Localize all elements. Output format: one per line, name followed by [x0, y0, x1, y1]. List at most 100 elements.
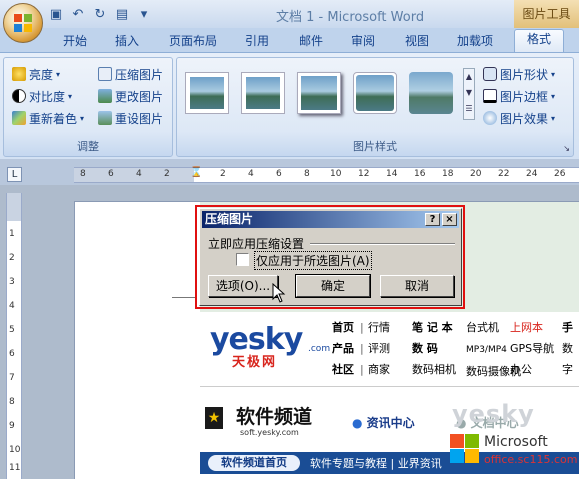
- ruler-area: L 8 6 4 2 ⌛ 2 4 6 8 10 12 14 16 18 20 22…: [0, 159, 579, 185]
- ruler-tick: 14: [386, 169, 398, 179]
- help-button[interactable]: ?: [425, 213, 440, 226]
- contrast-icon: [12, 89, 26, 103]
- nav-link: GPS导航: [510, 342, 555, 355]
- tab-view[interactable]: 视图: [398, 32, 436, 52]
- nav-link-hot: 上网本: [510, 321, 543, 334]
- picture-style-thumb[interactable]: [409, 72, 453, 114]
- ruler-tick: 3: [9, 277, 15, 287]
- nav-column: 首页 产品 社区: [332, 317, 354, 380]
- ruler-tick: 6: [276, 169, 282, 179]
- reset-picture-icon: [98, 111, 112, 125]
- office-button[interactable]: [3, 3, 43, 43]
- vertical-ruler[interactable]: 1 2 3 4 5 6 7 8 9 10 11: [6, 193, 22, 479]
- picture-shape-label: 图片形状: [500, 67, 549, 82]
- picture-style-thumb[interactable]: [353, 72, 397, 114]
- brightness-label: 亮度: [29, 67, 54, 82]
- recolor-button[interactable]: 重新着色 ▾: [12, 108, 84, 128]
- compress-pictures-button[interactable]: 压缩图片: [98, 64, 163, 84]
- brightness-button[interactable]: 亮度 ▾: [12, 64, 60, 84]
- dialog-launcher-icon[interactable]: ↘: [563, 144, 570, 153]
- mouse-pointer-icon: [272, 283, 286, 303]
- nav-link: 台式机: [466, 321, 499, 334]
- compress-pictures-dialog: 压缩图片 ? × 立即应用压缩设置 仅应用于所选图片(A) 选项(O)... 确…: [199, 208, 462, 306]
- dropdown-icon: ▾: [551, 69, 556, 79]
- reset-picture-label: 重设图片: [115, 111, 164, 126]
- dialog-title-bar: 压缩图片 ? ×: [202, 211, 459, 228]
- software-channel-title: 软件频道: [236, 406, 313, 428]
- nav-column: 手 数字: [562, 317, 579, 380]
- picture-style-thumb[interactable]: [297, 72, 341, 114]
- tab-review[interactable]: 审阅: [344, 32, 382, 52]
- watermark-site: office.sc115.com: [484, 453, 578, 466]
- indent-marker-icon[interactable]: ⌛: [190, 167, 202, 178]
- save-icon[interactable]: ▣: [48, 7, 64, 23]
- change-picture-button[interactable]: 更改图片: [98, 86, 163, 106]
- tab-format[interactable]: 格式: [514, 29, 564, 52]
- brightness-icon: [12, 67, 26, 81]
- quick-access-toolbar: ▣ ↶ ↻ ▤ ▾: [48, 5, 152, 25]
- change-picture-icon: [98, 89, 112, 103]
- nav-link: 社区: [332, 363, 354, 376]
- picture-style-thumb[interactable]: [241, 72, 285, 114]
- recolor-icon: [12, 111, 26, 125]
- ruler-tick: 6: [108, 169, 114, 179]
- cancel-button[interactable]: 取消: [380, 275, 454, 297]
- ruler-tick: 5: [9, 325, 15, 335]
- tab-page-layout[interactable]: 页面布局: [164, 32, 222, 52]
- ruler-tick: 20: [470, 169, 482, 179]
- nav-link: MP3/MP4: [466, 345, 507, 355]
- picture-style-thumb[interactable]: [185, 72, 229, 114]
- redo-icon[interactable]: ↻: [92, 7, 108, 23]
- tab-home[interactable]: 开始: [56, 32, 94, 52]
- ruler-tick: 2: [164, 169, 170, 179]
- ruler-tick: 8: [9, 397, 15, 407]
- office-logo-icon: [14, 14, 33, 33]
- horizontal-ruler[interactable]: 8 6 4 2 ⌛ 2 4 6 8 10 12 14 16 18 20 22 2…: [74, 167, 579, 183]
- contrast-label: 对比度: [29, 89, 66, 104]
- ruler-tick: 7: [9, 373, 15, 383]
- reset-picture-button[interactable]: 重设图片: [98, 108, 163, 128]
- undo-icon[interactable]: ↶: [70, 7, 86, 23]
- ruler-tick: 11: [9, 463, 21, 473]
- nav-link: 数码相机: [412, 363, 456, 376]
- ruler-tick: 8: [80, 169, 86, 179]
- nav-column: 笔 记 本 数 码 数码相机: [412, 317, 456, 380]
- ruler-tick: 6: [9, 349, 15, 359]
- news-center-label: 资讯中心: [366, 416, 415, 430]
- contrast-button[interactable]: 对比度 ▾: [12, 86, 72, 106]
- group-picture-styles: ▲ ▼ ☰ 图片形状 ▾ 图片边框 ▾ 图片效果 ▾ 图片样式 ↘: [176, 57, 574, 157]
- picture-border-button[interactable]: 图片边框 ▾: [483, 86, 555, 106]
- ruler-tick: 10: [330, 169, 342, 179]
- software-home-tab: 软件频道首页: [208, 455, 300, 471]
- tab-selector-button[interactable]: L: [7, 167, 22, 182]
- software-channel-url: soft.yesky.com: [240, 428, 299, 437]
- picture-shape-icon: [483, 67, 497, 81]
- ruler-tick: 24: [526, 169, 538, 179]
- dropdown-icon: ▾: [551, 91, 556, 101]
- options-button[interactable]: 选项(O)...: [208, 275, 278, 297]
- close-button[interactable]: ×: [442, 213, 457, 226]
- tab-addins[interactable]: 加载项: [450, 32, 500, 52]
- yesky-logo-cn: 天极网: [232, 355, 278, 370]
- picture-shape-button[interactable]: 图片形状 ▾: [483, 64, 555, 84]
- tab-references[interactable]: 引用: [238, 32, 276, 52]
- customize-icon[interactable]: ▾: [136, 7, 152, 23]
- tab-insert[interactable]: 插入: [108, 32, 146, 52]
- gallery-scroll[interactable]: ▲ ▼ ☰: [463, 68, 475, 120]
- nav-column: 上网本 GPS导航 办公: [510, 317, 554, 380]
- picture-border-label: 图片边框: [500, 89, 549, 104]
- nav-link: 数字: [562, 342, 573, 376]
- selected-only-checkbox[interactable]: [236, 253, 249, 266]
- picture-effects-button[interactable]: 图片效果 ▾: [483, 108, 555, 128]
- ruler-tick: 10: [9, 445, 21, 455]
- dropdown-icon: ▾: [68, 91, 73, 101]
- ok-button[interactable]: 确定: [295, 274, 371, 298]
- tab-mailings[interactable]: 邮件: [292, 32, 330, 52]
- print-icon[interactable]: ▤: [114, 7, 130, 23]
- picture-border-icon: [483, 89, 497, 103]
- software-channel-icon: ★: [205, 407, 223, 429]
- selected-only-label[interactable]: 仅应用于所选图片(A): [254, 251, 372, 270]
- dialog-section-label: 立即应用压缩设置: [208, 237, 305, 251]
- picture-effects-label: 图片效果: [500, 111, 549, 126]
- recolor-label: 重新着色: [29, 111, 78, 126]
